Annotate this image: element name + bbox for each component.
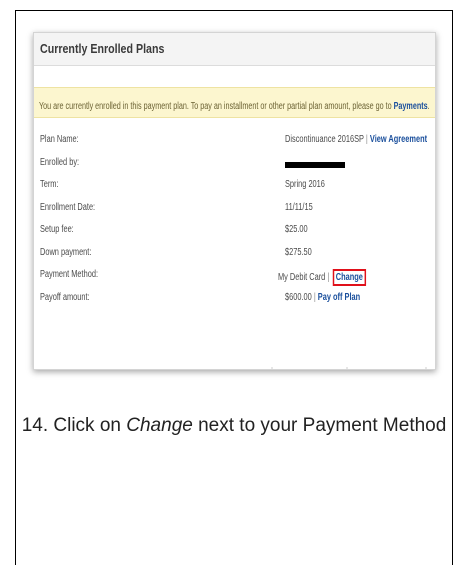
- plan-name-value: Discontinuance 2016SP: [285, 134, 364, 145]
- payoff-amount-label: Payoff amount:: [40, 291, 90, 303]
- plan-name-value-wrap: Discontinuance 2016SP | View Agreement: [285, 134, 427, 145]
- payoff-amount-row: Payoff amount: $600.00 | Pay off Plan: [34, 287, 435, 310]
- term-label: Term:: [40, 179, 59, 190]
- term-row: Term: Spring 2016: [34, 174, 435, 197]
- enrolled-by-row: Enrolled by:: [34, 152, 435, 175]
- payment-method-value-wrap: My Debit Card | Change: [278, 269, 366, 286]
- notice-text: You are currently enrolled in this payme…: [39, 101, 392, 112]
- plan-name-separator: |: [365, 134, 368, 145]
- plan-details: Plan Name: Discontinuance 2016SP | View …: [34, 129, 435, 309]
- down-payment-value: $275.50: [285, 246, 312, 258]
- change-payment-method-link[interactable]: Change: [336, 272, 363, 283]
- payment-method-separator: |: [327, 272, 330, 283]
- term-value: Spring 2016: [285, 179, 325, 190]
- notice-end: .: [427, 101, 430, 112]
- plan-name-label: Plan Name:: [40, 134, 79, 145]
- panel-header: Currently Enrolled Plans: [34, 33, 435, 66]
- enrollment-notice: You are currently enrolled in this payme…: [34, 87, 435, 118]
- enrolled-by-label: Enrolled by:: [40, 156, 80, 168]
- payoff-separator: |: [313, 291, 316, 303]
- caption-suffix: next to your Payment Method: [198, 415, 447, 436]
- table-column-dividers: [271, 367, 427, 369]
- instruction-caption: 14. Click on Change next to your Payment…: [15, 412, 453, 439]
- setup-fee-value: $25.00: [285, 224, 308, 235]
- enrolled-plans-panel: Currently Enrolled Plans You are current…: [33, 32, 436, 370]
- caption-prefix: 14. Click on: [21, 415, 121, 436]
- notice-text-wrap: You are currently enrolled in this payme…: [39, 101, 430, 112]
- down-payment-label: Down payment:: [40, 246, 92, 258]
- caption-emphasis: Change: [126, 415, 193, 436]
- payment-method-value: My Debit Card: [278, 272, 326, 283]
- redacted-name-bar: [285, 161, 345, 168]
- payoff-value-wrap: $600.00 | Pay off Plan: [285, 292, 360, 303]
- enrollment-date-value: 11/11/15: [285, 201, 313, 213]
- payoff-amount-value: $600.00: [285, 291, 312, 303]
- enrollment-date-row: Enrollment Date: 11/11/15: [34, 197, 435, 220]
- payments-link[interactable]: Payments: [394, 101, 428, 112]
- change-highlight-box: Change: [332, 269, 366, 286]
- setup-fee-row: Setup fee: $25.00: [34, 219, 435, 242]
- down-payment-row: Down payment: $275.50: [34, 242, 435, 265]
- view-agreement-link[interactable]: View Agreement: [370, 134, 427, 145]
- plan-name-row: Plan Name: Discontinuance 2016SP | View …: [34, 129, 435, 152]
- pay-off-plan-link[interactable]: Pay off Plan: [318, 292, 360, 303]
- panel-title: Currently Enrolled Plans: [40, 41, 165, 56]
- setup-fee-label: Setup fee:: [40, 224, 74, 235]
- payment-method-row: Payment Method: My Debit Card | Change: [34, 264, 435, 287]
- payment-method-label: Payment Method:: [40, 269, 98, 280]
- enrollment-date-label: Enrollment Date:: [40, 201, 96, 213]
